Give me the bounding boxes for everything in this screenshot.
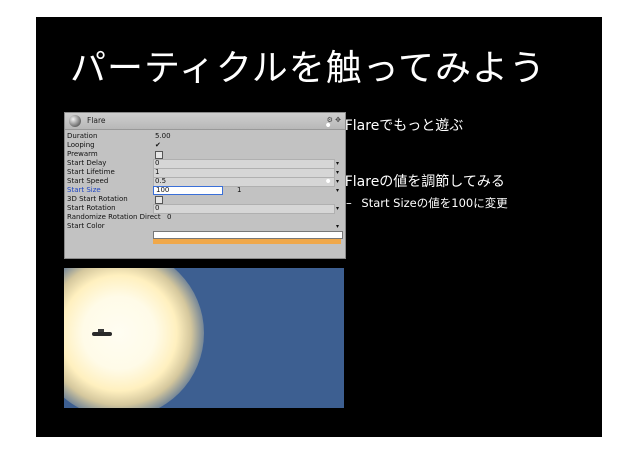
inspector-header[interactable]: Flare ⚙ ✥: [65, 113, 345, 130]
start-speed-value[interactable]: 0.5: [155, 177, 166, 186]
start-size-max-value[interactable]: 1: [237, 186, 241, 195]
slide: パーティクルを触ってみよう Flare ⚙ ✥ Duration 5.00 Lo…: [36, 17, 602, 437]
3d-start-rotation-label: 3D Start Rotation: [67, 195, 128, 203]
start-rotation-label: Start Rotation: [67, 204, 116, 212]
3d-start-rotation-checkbox[interactable]: [155, 196, 163, 204]
start-speed-label: Start Speed: [67, 177, 109, 185]
particle-sphere-icon: [69, 115, 81, 127]
start-size-input[interactable]: 100: [153, 186, 223, 195]
start-color-swatch[interactable]: [153, 231, 343, 239]
row-start-lifetime: Start Lifetime 1 ▾: [67, 168, 343, 178]
row-start-speed: Start Speed 0.5 ▾: [67, 177, 343, 187]
game-view: [64, 268, 344, 408]
prewarm-checkbox[interactable]: [155, 151, 163, 159]
sub-bullet-marker: –: [346, 196, 352, 210]
sub-bullet-text: Start Sizeの値を100に変更: [361, 196, 508, 210]
row-duration: Duration 5.00: [67, 132, 343, 141]
start-delay-value[interactable]: 0: [155, 159, 159, 168]
chevron-down-icon[interactable]: ▾: [336, 204, 339, 213]
row-prewarm: Prewarm: [67, 150, 343, 159]
bullet-marker: •: [324, 118, 333, 134]
start-color-label: Start Color: [67, 222, 105, 230]
bullet-text: Flareでもっと遊ぶ: [344, 118, 464, 134]
bullet-item: • Flareの値を調節してみる: [324, 171, 505, 191]
row-randomize-rotation: Randomize Rotation Direct 0: [67, 213, 343, 222]
chevron-down-icon[interactable]: ▾: [336, 222, 339, 231]
randomize-rotation-value[interactable]: 0: [167, 213, 171, 222]
start-delay-label: Start Delay: [67, 159, 107, 167]
particle-system-inspector: Flare ⚙ ✥ Duration 5.00 Looping ✔ Prewar…: [64, 112, 346, 259]
start-size-label: Start Size: [67, 186, 101, 194]
start-lifetime-value[interactable]: 1: [155, 168, 159, 177]
row-start-rotation: Start Rotation 0 ▾: [67, 204, 343, 214]
bullet-marker: •: [324, 174, 333, 190]
duration-label: Duration: [67, 132, 98, 140]
bullet-item: • Flareでもっと遊ぶ: [324, 115, 463, 135]
row-start-delay: Start Delay 0 ▾: [67, 159, 343, 169]
start-lifetime-label: Start Lifetime: [67, 168, 115, 176]
looping-label: Looping: [67, 141, 95, 149]
flare-glow: [64, 268, 204, 408]
slide-title: パーティクルを触ってみよう: [70, 48, 546, 89]
component-name: Flare: [87, 116, 106, 125]
row-start-size: Start Size 100 1 ▾: [67, 186, 343, 195]
randomize-rotation-label: Randomize Rotation Direct: [67, 213, 161, 221]
row-start-color: Start Color ▾: [67, 222, 343, 231]
row-looping: Looping ✔: [67, 141, 343, 150]
looping-checkbox[interactable]: ✔: [155, 141, 161, 150]
duration-value[interactable]: 5.00: [155, 132, 171, 141]
chevron-down-icon[interactable]: ▾: [336, 159, 339, 168]
sub-bullet-item: – Start Sizeの値を100に変更: [346, 195, 508, 211]
bullet-text: Flareの値を調節してみる: [344, 174, 505, 190]
start-color-gradient-swatch[interactable]: [153, 239, 341, 244]
airplane-model: [92, 329, 112, 336]
row-3d-start-rotation: 3D Start Rotation: [67, 195, 343, 204]
start-rotation-value[interactable]: 0: [155, 204, 159, 213]
prewarm-label: Prewarm: [67, 150, 98, 158]
